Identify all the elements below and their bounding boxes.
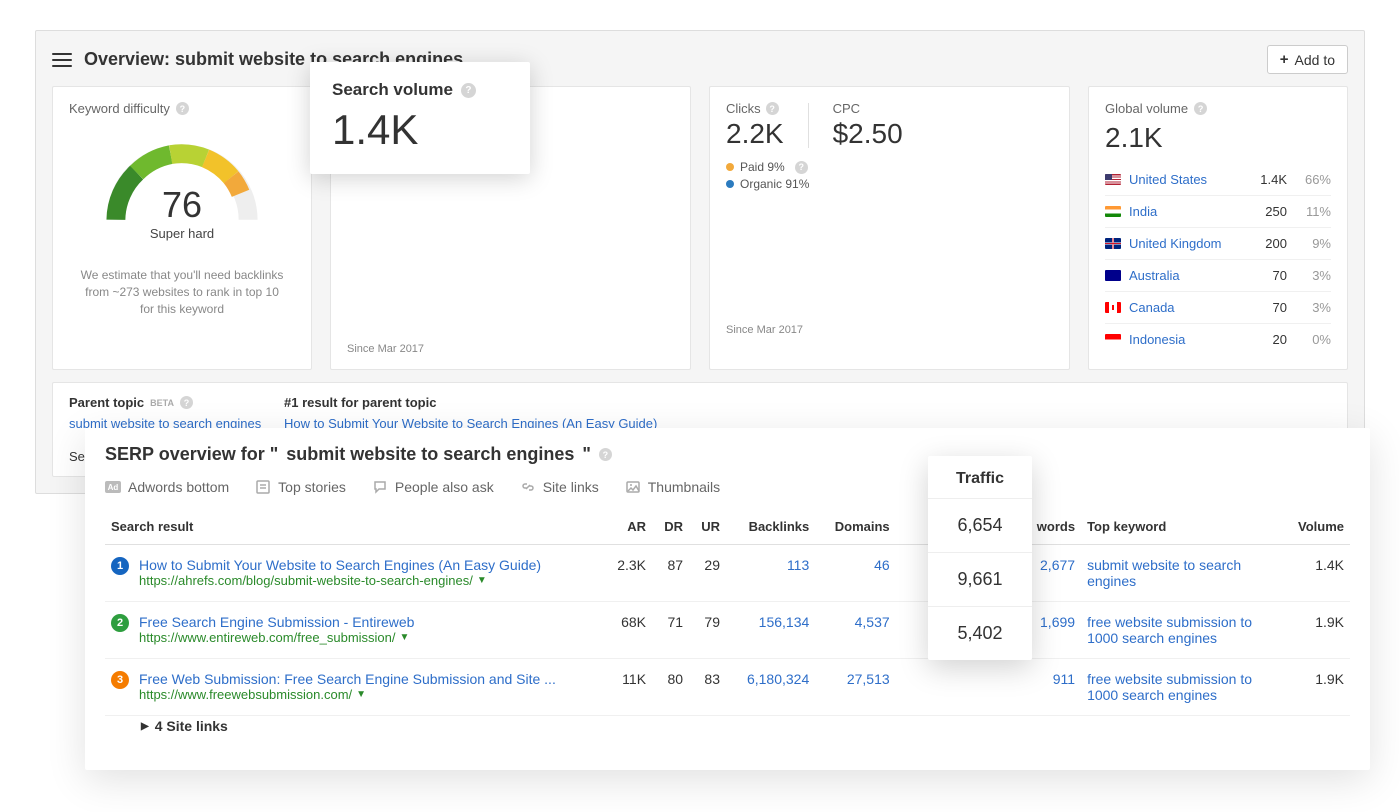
flag-icon: [1105, 302, 1121, 313]
link-icon: [520, 480, 536, 494]
domains-link[interactable]: 46: [815, 545, 895, 602]
add-to-button[interactable]: + Add to: [1267, 45, 1348, 74]
search-volume-popover: Search volume? 1.4K: [310, 62, 530, 174]
sitelinks-toggle[interactable]: ▶4 Site links: [105, 716, 1350, 747]
menu-icon[interactable]: [52, 53, 72, 67]
chart-caption: Since Mar 2017: [347, 343, 674, 355]
country-row[interactable]: Indonesia200%: [1105, 324, 1331, 355]
clicks-chart: [726, 206, 1053, 316]
traffic-header: Traffic: [928, 456, 1032, 498]
traffic-value: 5,402: [928, 606, 1032, 660]
backlinks-link[interactable]: 156,134: [726, 602, 815, 659]
top-keyword-link[interactable]: free website submission to 1000 search e…: [1087, 614, 1252, 646]
search-volume-value: 1.4K: [332, 106, 508, 154]
country-row[interactable]: Canada703%: [1105, 292, 1331, 324]
traffic-value: 6,654: [928, 498, 1032, 552]
chevron-down-icon[interactable]: ▼: [400, 632, 410, 643]
plus-icon: +: [1280, 51, 1289, 68]
country-row[interactable]: United States1.4K66%: [1105, 164, 1331, 196]
result-url[interactable]: https://ahrefs.com/blog/submit-website-t…: [139, 573, 541, 588]
traffic-value: 9,661: [928, 552, 1032, 606]
global-volume-card: Global volume? 2.1K United States1.4K66%…: [1088, 86, 1348, 370]
rank-badge: 2: [111, 614, 129, 632]
top-keyword-link[interactable]: free website submission to 1000 search e…: [1087, 671, 1252, 703]
traffic-popover: Traffic 6,654 9,661 5,402: [928, 456, 1032, 660]
chevron-down-icon[interactable]: ▼: [356, 689, 366, 700]
feature-topstories[interactable]: Top stories: [255, 479, 346, 495]
flag-icon: [1105, 238, 1121, 249]
chart-caption: Since Mar 2017: [726, 324, 1053, 336]
result-url[interactable]: https://www.freewebsubmission.com/ ▼: [139, 687, 556, 702]
top-keyword-link[interactable]: submit website to search engines: [1087, 557, 1241, 589]
image-icon: [625, 480, 641, 494]
help-icon[interactable]: ?: [176, 102, 189, 115]
help-icon[interactable]: ?: [461, 83, 476, 98]
difficulty-score: 76: [162, 184, 202, 226]
news-icon: [255, 480, 271, 494]
difficulty-rating: Super hard: [150, 226, 214, 241]
result-title[interactable]: Free Web Submission: Free Search Engine …: [139, 671, 556, 687]
table-row: 2 Free Search Engine Submission - Entire…: [105, 602, 1350, 659]
help-icon[interactable]: ?: [599, 448, 612, 461]
serp-overview-panel: SERP overview for "submit website to sea…: [85, 428, 1370, 770]
search-volume-chart: [347, 225, 674, 335]
flag-icon: [1105, 334, 1121, 345]
svg-text:Ad: Ad: [108, 483, 119, 492]
table-row: 3 Free Web Submission: Free Search Engin…: [105, 659, 1350, 716]
cpc-value: $2.50: [833, 118, 903, 150]
feature-thumbnails[interactable]: Thumbnails: [625, 479, 720, 495]
ad-icon: Ad: [105, 480, 121, 494]
help-icon[interactable]: ?: [795, 161, 808, 174]
words-link[interactable]: 911: [896, 659, 1081, 716]
rank-badge: 1: [111, 557, 129, 575]
difficulty-desc: We estimate that you'll need backlinks f…: [69, 267, 295, 317]
rank-badge: 3: [111, 671, 129, 689]
serp-title: SERP overview for "submit website to sea…: [105, 444, 1350, 465]
flag-icon: [1105, 270, 1121, 281]
country-row[interactable]: Australia703%: [1105, 260, 1331, 292]
help-icon[interactable]: ?: [1194, 102, 1207, 115]
flag-icon: [1105, 206, 1121, 217]
domains-link[interactable]: 4,537: [815, 602, 895, 659]
country-row[interactable]: United Kingdom2009%: [1105, 228, 1331, 260]
help-icon[interactable]: ?: [766, 102, 779, 115]
keyword-difficulty-card: Keyword difficulty? 76 Super hard We est…: [52, 86, 312, 370]
serp-table: Search result AR DR UR Backlinks Domains…: [105, 509, 1350, 746]
global-volume-value: 2.1K: [1105, 122, 1331, 154]
result-title[interactable]: Free Search Engine Submission - Entirewe…: [139, 614, 414, 630]
clicks-value: 2.2K: [726, 118, 784, 150]
table-row: 1 How to Submit Your Website to Search E…: [105, 545, 1350, 602]
result-url[interactable]: https://www.entireweb.com/free_submissio…: [139, 630, 414, 645]
clicks-card: Clicks? 2.2K CPC $2.50 Paid 9%? Organic …: [709, 86, 1070, 370]
chevron-right-icon: ▶: [141, 721, 149, 732]
backlinks-link[interactable]: 6,180,324: [726, 659, 815, 716]
feature-paa[interactable]: People also ask: [372, 479, 494, 495]
feature-sitelinks[interactable]: Site links: [520, 479, 599, 495]
chat-icon: [372, 480, 388, 494]
flag-icon: [1105, 174, 1121, 185]
domains-link[interactable]: 27,513: [815, 659, 895, 716]
chevron-down-icon[interactable]: ▼: [477, 575, 487, 586]
overview-panel: Overview: submit website to search engin…: [35, 30, 1365, 494]
country-row[interactable]: India25011%: [1105, 196, 1331, 228]
help-icon[interactable]: ?: [180, 396, 193, 409]
result-title[interactable]: How to Submit Your Website to Search Eng…: [139, 557, 541, 573]
feature-adwords[interactable]: AdAdwords bottom: [105, 479, 229, 495]
backlinks-link[interactable]: 113: [726, 545, 815, 602]
